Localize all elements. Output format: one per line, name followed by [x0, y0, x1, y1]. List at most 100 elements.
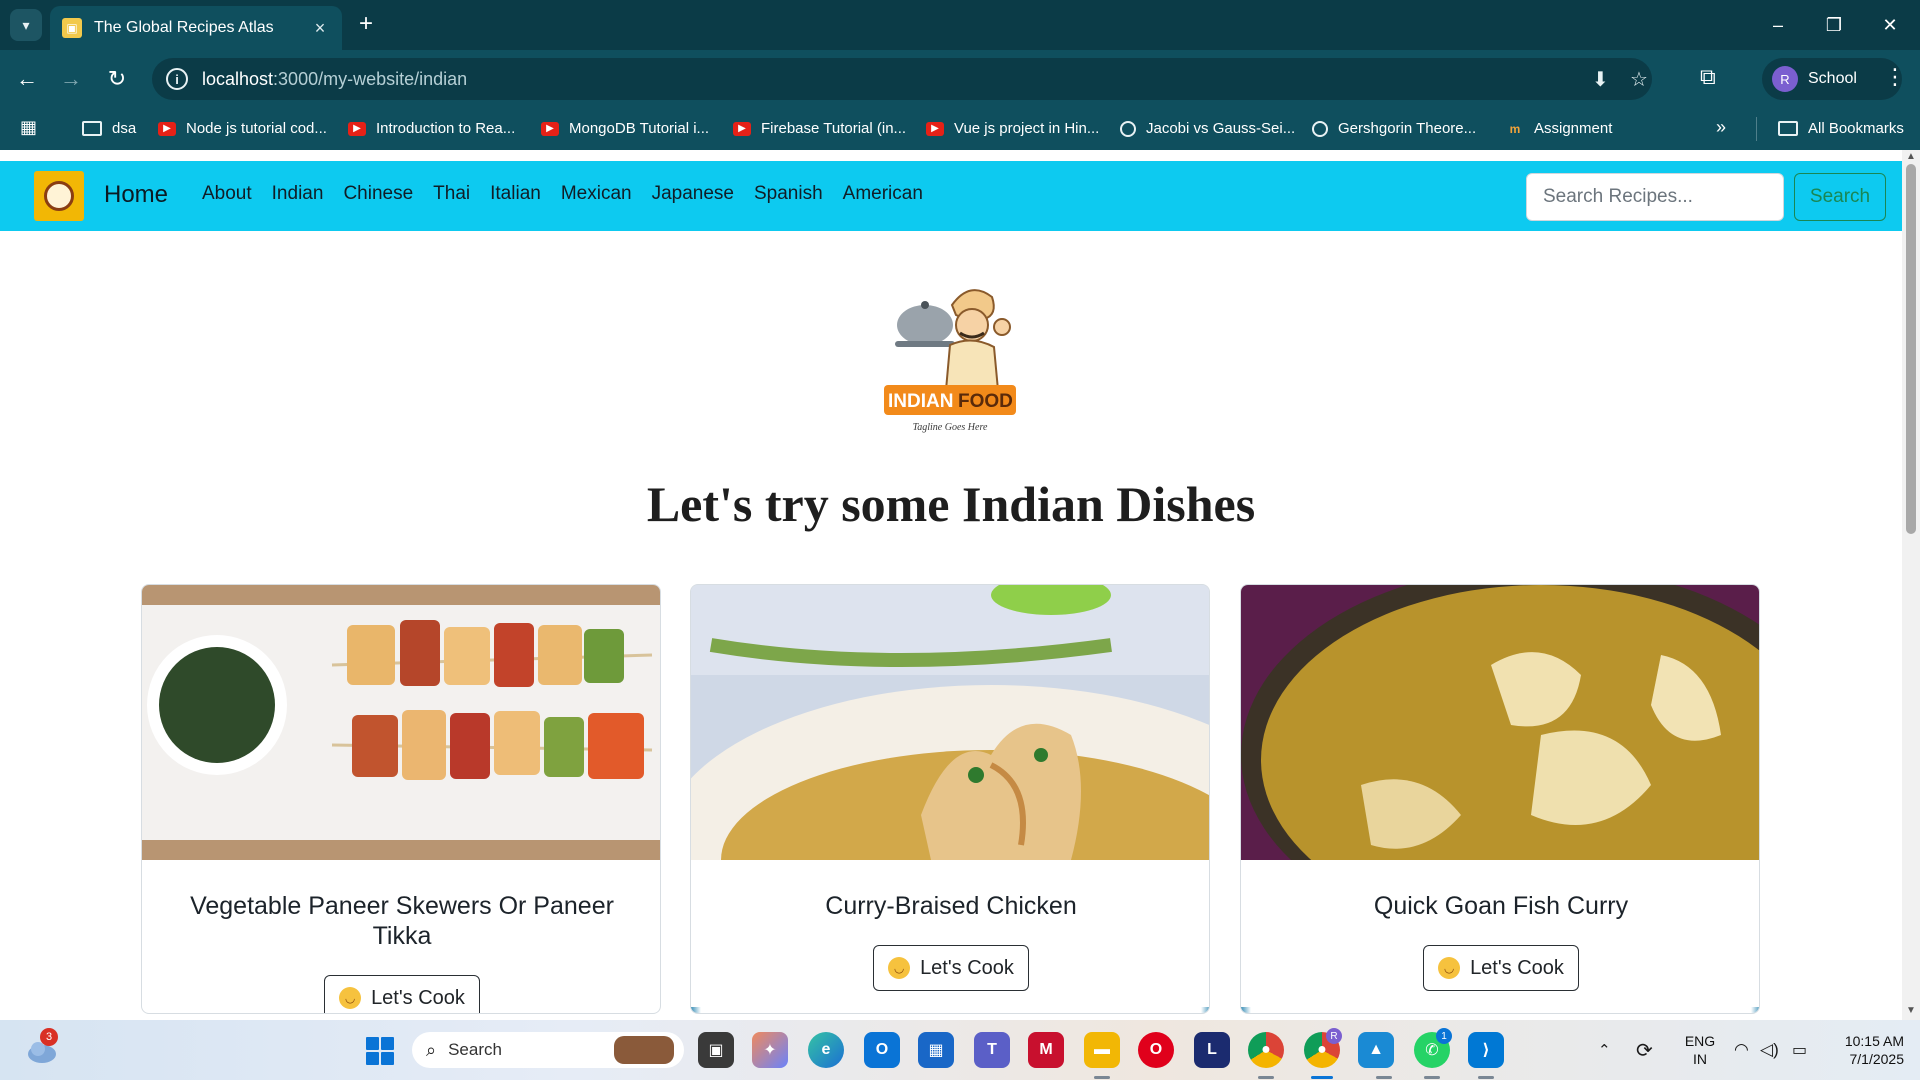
page-top-strip [0, 150, 1902, 161]
bookmark-item[interactable]: ▶ MongoDB Tutorial i... [541, 107, 709, 150]
bookmark-item[interactable]: ▶ Vue js project in Hin... [926, 107, 1099, 150]
language-indicator[interactable]: ENG IN [1680, 1032, 1720, 1068]
file-explorer-icon[interactable]: ▬ [1084, 1032, 1120, 1068]
recipe-title: Quick Goan Fish Curry [1373, 892, 1629, 920]
nav-link-italian[interactable]: Italian [490, 183, 541, 205]
browser-tab-strip: ▾ ▣ The Global Recipes Atlas × + – ❐ ✕ [0, 0, 1920, 50]
recipe-search-input[interactable] [1526, 173, 1784, 221]
youtube-icon: ▶ [541, 121, 559, 136]
volume-icon[interactable]: ◁) [1760, 1020, 1779, 1080]
microsoft-store-icon[interactable]: ▦ [918, 1032, 954, 1068]
nav-link-chinese[interactable]: Chinese [343, 183, 413, 205]
site-favicon-icon: ▣ [62, 18, 82, 38]
nav-link-thai[interactable]: Thai [433, 183, 470, 205]
reload-icon[interactable]: ↻ [102, 64, 132, 94]
nav-link-american[interactable]: American [843, 183, 923, 205]
tray-overflow-chevron-icon[interactable]: ⌃ [1598, 1020, 1611, 1080]
extensions-puzzle-icon[interactable]: ⧉ [1700, 64, 1716, 90]
scroll-down-arrow-icon[interactable]: ▼ [1906, 1006, 1916, 1016]
bookmark-label: Assignment [1534, 120, 1613, 137]
nav-link-japanese[interactable]: Japanese [652, 183, 734, 205]
apps-grid-icon[interactable]: ▦ [20, 117, 42, 139]
vscode-icon[interactable]: ⟩ [1468, 1032, 1504, 1068]
taskbar-search-label: Search [448, 1040, 502, 1059]
battery-icon[interactable]: ▭ [1792, 1020, 1807, 1080]
recipe-card: Curry-Braised Chicken ◡ Let's Cook [690, 584, 1210, 1014]
page-scrollbar[interactable]: ▲ ▼ [1902, 150, 1920, 1020]
indian-food-logo: INDIAN FOOD Tagline Goes Here [884, 289, 1016, 433]
site-info-icon[interactable]: i [166, 68, 188, 90]
chrome-profile-badge: R [1326, 1028, 1342, 1044]
lang-line1: ENG [1684, 1033, 1716, 1049]
lets-cook-label: Let's Cook [371, 986, 465, 1009]
all-bookmarks-button[interactable]: All Bookmarks [1778, 107, 1904, 150]
weather-badge: 3 [40, 1028, 58, 1046]
brand-logo[interactable] [34, 171, 84, 221]
tab-close-icon[interactable]: × [310, 18, 330, 39]
tab-search-chevron-icon[interactable]: ▾ [10, 9, 42, 41]
bookmark-item[interactable]: m Assignment [1506, 107, 1613, 150]
teams-icon[interactable]: T [974, 1032, 1010, 1068]
nav-link-mexican[interactable]: Mexican [561, 183, 632, 205]
bookmark-item[interactable]: Jacobi vs Gauss-Sei... [1120, 107, 1295, 150]
browser-menu-icon[interactable]: ⋮ [1880, 64, 1910, 90]
card-bottom-edge [1241, 1007, 1759, 1013]
bookmark-item[interactable]: ▶ Firebase Tutorial (in... [733, 107, 906, 150]
yum-face-icon: ◡ [339, 987, 362, 1009]
recipe-image-goan-fish-curry[interactable] [1241, 585, 1759, 860]
nav-home-link[interactable]: Home [104, 181, 168, 209]
bookmark-item[interactable]: ▶ Node js tutorial cod... [158, 107, 327, 150]
nav-link-spanish[interactable]: Spanish [754, 183, 823, 205]
nav-link-about[interactable]: About [202, 183, 252, 205]
task-view-icon[interactable]: ▣ [698, 1032, 734, 1068]
photos-icon[interactable]: ▲ [1358, 1032, 1394, 1068]
mcafee-icon[interactable]: M [1028, 1032, 1064, 1068]
copilot-icon[interactable]: ✦ [752, 1032, 788, 1068]
lets-cook-button[interactable]: ◡ Let's Cook [873, 945, 1029, 991]
edge-browser-icon[interactable]: e [808, 1032, 844, 1068]
window-close-icon[interactable]: ✕ [1862, 0, 1918, 50]
site-navbar: Home About Indian Chinese Thai Italian M… [0, 161, 1902, 231]
bookmark-label: Firebase Tutorial (in... [761, 120, 907, 137]
svg-text:FOOD: FOOD [958, 391, 1013, 412]
recipe-card: Quick Goan Fish Curry ◡ Let's Cook [1240, 584, 1760, 1014]
nav-link-indian[interactable]: Indian [272, 183, 324, 205]
wifi-icon[interactable]: ◠ [1734, 1020, 1749, 1080]
bookmark-label: Vue js project in Hin... [954, 120, 1100, 137]
bookmark-item[interactable]: Gershgorin Theore... [1312, 107, 1476, 150]
more-bookmarks-chevron-icon[interactable]: » [1716, 117, 1726, 138]
lets-cook-label: Let's Cook [1470, 956, 1564, 979]
new-tab-plus-icon[interactable]: + [352, 10, 380, 38]
bookmark-item[interactable]: ▶ Introduction to Rea... [348, 107, 515, 150]
recipe-image-curry-chicken[interactable] [691, 585, 1209, 860]
outlook-icon[interactable]: O [864, 1032, 900, 1068]
bookmark-label: Introduction to Rea... [376, 120, 516, 137]
bookmark-star-icon[interactable]: ☆ [1630, 58, 1648, 100]
chrome-running-indicator [1258, 1076, 1274, 1079]
lets-cook-button[interactable]: ◡ Let's Cook [1423, 945, 1579, 991]
lang-line2: IN [1693, 1051, 1707, 1067]
forward-arrow-icon[interactable]: → [56, 64, 86, 94]
bookmarks-bar: ▦ dsa ▶ Node js tutorial cod... ▶ Introd… [0, 107, 1920, 150]
system-clock[interactable]: 10:15 AM 7/1/2025 [1824, 1032, 1904, 1068]
lets-cook-button[interactable]: ◡ Let's Cook [324, 975, 480, 1013]
scroll-thumb[interactable] [1906, 164, 1916, 534]
whatsapp-running-indicator [1424, 1076, 1440, 1079]
chrome-icon[interactable]: ● [1248, 1032, 1284, 1068]
yum-face-icon: ◡ [1438, 957, 1461, 979]
install-app-icon[interactable]: ⬇ [1592, 58, 1609, 100]
l-app-icon[interactable]: L [1194, 1032, 1230, 1068]
windows-start-icon[interactable] [366, 1037, 394, 1065]
scroll-up-arrow-icon[interactable]: ▲ [1906, 152, 1916, 162]
taskbar-search-box[interactable]: ⌕ Search [412, 1032, 684, 1068]
address-bar[interactable]: i localhost:3000/my-website/indian ⬇ ☆ [152, 58, 1652, 100]
sync-icon[interactable]: ⟳ [1636, 1020, 1653, 1080]
window-minimize-icon[interactable]: – [1750, 0, 1806, 50]
window-restore-icon[interactable]: ❐ [1806, 0, 1862, 50]
bookmark-item[interactable]: dsa [82, 107, 136, 150]
back-arrow-icon[interactable]: ← [12, 64, 42, 94]
opera-icon[interactable]: O [1138, 1032, 1174, 1068]
search-button[interactable]: Search [1794, 173, 1886, 221]
browser-tab-active[interactable]: ▣ The Global Recipes Atlas × [50, 6, 342, 50]
recipe-image-paneer-skewers[interactable] [142, 585, 660, 860]
